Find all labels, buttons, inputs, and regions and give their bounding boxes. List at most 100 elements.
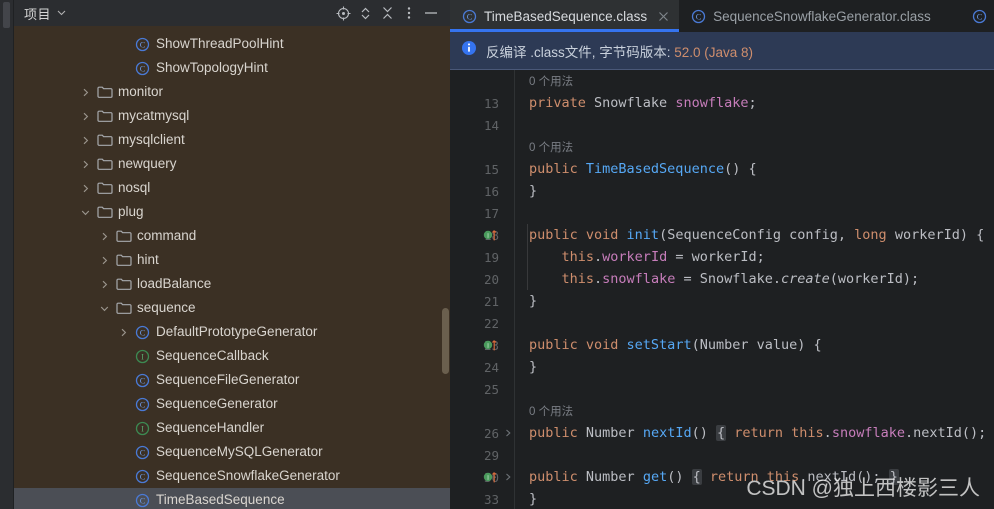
project-tree-scrollbar[interactable] bbox=[442, 308, 449, 374]
tree-item-sequencemysqlgenerator[interactable]: C SequenceMySQLGenerator bbox=[14, 440, 450, 464]
line-number-gutter bbox=[450, 136, 502, 158]
editor-tab-1[interactable]: C TimeBasedSequence.class bbox=[450, 0, 680, 32]
chevron-right-icon[interactable] bbox=[79, 134, 92, 147]
tree-item-plug[interactable]: plug bbox=[14, 200, 450, 224]
chevron-right-icon[interactable] bbox=[79, 158, 92, 171]
tree-item-mysqlclient[interactable]: mysqlclient bbox=[14, 128, 450, 152]
left-tool-rail[interactable] bbox=[0, 0, 14, 509]
line-number: 15 bbox=[483, 161, 499, 177]
code-text: this. snowflake = Snowflake. create (worker… bbox=[515, 268, 994, 290]
svg-text:C: C bbox=[140, 400, 146, 409]
svg-text:I: I bbox=[141, 424, 144, 433]
tree-item-nosql[interactable]: nosql bbox=[14, 176, 450, 200]
tree-item-showthreadpoolhint[interactable]: C ShowThreadPoolHint bbox=[14, 32, 450, 56]
decompiled-notice-text: 反编译 .class文件, 字节码版本: 52.0 (Java 8) bbox=[486, 41, 753, 61]
code-text: } bbox=[515, 290, 994, 312]
implements-method-icon[interactable]: I bbox=[483, 470, 498, 484]
code-text: } bbox=[515, 488, 994, 509]
chevron-right-icon[interactable] bbox=[98, 278, 111, 291]
chevron-down-icon[interactable] bbox=[57, 8, 66, 19]
code-token: private bbox=[529, 95, 595, 111]
editor-tab-strip[interactable]: C TimeBasedSequence.class C SequenceSnowfla… bbox=[450, 0, 994, 32]
tree-item-mycatmysql[interactable]: mycatmysql bbox=[14, 104, 450, 128]
expand-collapse-icon[interactable] bbox=[354, 2, 376, 24]
chevron-down-icon[interactable] bbox=[79, 206, 92, 219]
code-text: 0 个用法 bbox=[515, 400, 994, 422]
tree-item-label: ShowTopologyHint bbox=[156, 60, 268, 76]
line-number-gutter: 21 bbox=[450, 290, 502, 312]
usage-count-label[interactable]: 0 个用法 bbox=[529, 73, 573, 89]
tree-item-sequencegenerator[interactable]: C SequenceGenerator bbox=[14, 392, 450, 416]
interface-icon: I bbox=[134, 420, 151, 437]
svg-text:C: C bbox=[140, 40, 146, 49]
tree-item-sequencecallback[interactable]: I SequenceCallback bbox=[14, 344, 450, 368]
project-tree[interactable]: C ShowThreadPoolHint C ShowTopologyHint moni… bbox=[14, 26, 450, 509]
chevron-down-icon[interactable] bbox=[98, 302, 111, 315]
locate-target-icon[interactable] bbox=[332, 2, 354, 24]
line-number: 14 bbox=[483, 117, 499, 133]
line-number: 24 bbox=[483, 359, 499, 375]
editor-tab-3-partial[interactable]: C bbox=[961, 0, 994, 32]
code-viewer[interactable]: 0 个用法 13 private Snowflake snowflake; 14 0 个… bbox=[450, 70, 994, 509]
editor-tab-2[interactable]: C SequenceSnowflakeGenerator.class bbox=[679, 0, 940, 32]
code-token: public void bbox=[529, 227, 627, 243]
tree-item-sequencehandler[interactable]: I SequenceHandler bbox=[14, 416, 450, 440]
tree-item-sequence[interactable]: sequence bbox=[14, 296, 450, 320]
line-number-gutter: 20 bbox=[450, 268, 502, 290]
code-token: = Snowflake. bbox=[675, 271, 781, 287]
chevron-right-icon[interactable] bbox=[98, 230, 111, 243]
collapse-all-icon[interactable] bbox=[376, 2, 398, 24]
line-number-gutter: 13 bbox=[450, 92, 502, 114]
chevron-right-icon[interactable] bbox=[79, 86, 92, 99]
usage-count-label[interactable]: 0 个用法 bbox=[529, 139, 573, 155]
code-token: return bbox=[701, 469, 767, 485]
fold-expand-icon[interactable] bbox=[502, 466, 514, 488]
project-panel-title[interactable]: 项目 bbox=[24, 4, 51, 23]
more-options-icon[interactable] bbox=[398, 2, 420, 24]
code-text: private Snowflake snowflake; bbox=[515, 92, 994, 114]
tree-item-defaultprototypegenerator[interactable]: C DefaultPrototypeGenerator bbox=[14, 320, 450, 344]
line-number-gutter: 29 bbox=[450, 444, 502, 466]
code-token: } bbox=[529, 359, 538, 375]
info-icon bbox=[461, 40, 477, 61]
code-token: Snowflake bbox=[594, 95, 676, 111]
implements-method-icon[interactable]: I bbox=[483, 228, 498, 242]
chevron-right-icon[interactable] bbox=[79, 182, 92, 195]
line-number-gutter: 18I bbox=[450, 224, 502, 246]
code-text: public TimeBasedSequence() { bbox=[515, 158, 994, 180]
tree-item-label: sequence bbox=[137, 300, 196, 316]
tree-item-timebasedsequence[interactable]: C TimeBasedSequence bbox=[14, 488, 450, 509]
tree-item-sequencesnowflakegenerator[interactable]: C SequenceSnowflakeGenerator bbox=[14, 464, 450, 488]
line-number: 16 bbox=[483, 183, 499, 199]
fold-gutter bbox=[502, 268, 514, 290]
close-icon[interactable] bbox=[657, 10, 670, 23]
line-number-gutter: 14 bbox=[450, 114, 502, 136]
tree-item-hint[interactable]: hint bbox=[14, 248, 450, 272]
tree-item-loadbalance[interactable]: loadBalance bbox=[14, 272, 450, 296]
code-text: public Number nextId() { return this. sno… bbox=[515, 422, 994, 444]
implements-method-icon[interactable]: I bbox=[483, 338, 498, 352]
tree-item-newquery[interactable]: newquery bbox=[14, 152, 450, 176]
chevron-right-icon[interactable] bbox=[98, 254, 111, 267]
chevron-right-icon[interactable] bbox=[79, 110, 92, 123]
line-number-gutter: 25 bbox=[450, 378, 502, 400]
code-text: this. workerId = workerId; bbox=[515, 246, 994, 268]
rail-grip[interactable] bbox=[3, 2, 10, 28]
line-number: 13 bbox=[483, 95, 499, 111]
hide-panel-icon[interactable] bbox=[420, 2, 442, 24]
folder-icon bbox=[96, 156, 113, 173]
tree-item-showtopologyhint[interactable]: C ShowTopologyHint bbox=[14, 56, 450, 80]
code-token: } bbox=[529, 183, 538, 199]
tree-item-monitor[interactable]: monitor bbox=[14, 80, 450, 104]
code-token: TimeBasedSequence bbox=[585, 161, 725, 177]
class-icon: C bbox=[971, 8, 988, 25]
code-token: Number bbox=[699, 337, 757, 353]
code-token: workerId bbox=[602, 249, 668, 265]
fold-expand-icon[interactable] bbox=[502, 422, 514, 444]
class-icon: C bbox=[134, 396, 151, 413]
tree-item-sequencefilegenerator[interactable]: C SequenceFileGenerator bbox=[14, 368, 450, 392]
usage-count-label[interactable]: 0 个用法 bbox=[529, 403, 573, 419]
tree-item-command[interactable]: command bbox=[14, 224, 450, 248]
chevron-right-icon[interactable] bbox=[117, 326, 130, 339]
